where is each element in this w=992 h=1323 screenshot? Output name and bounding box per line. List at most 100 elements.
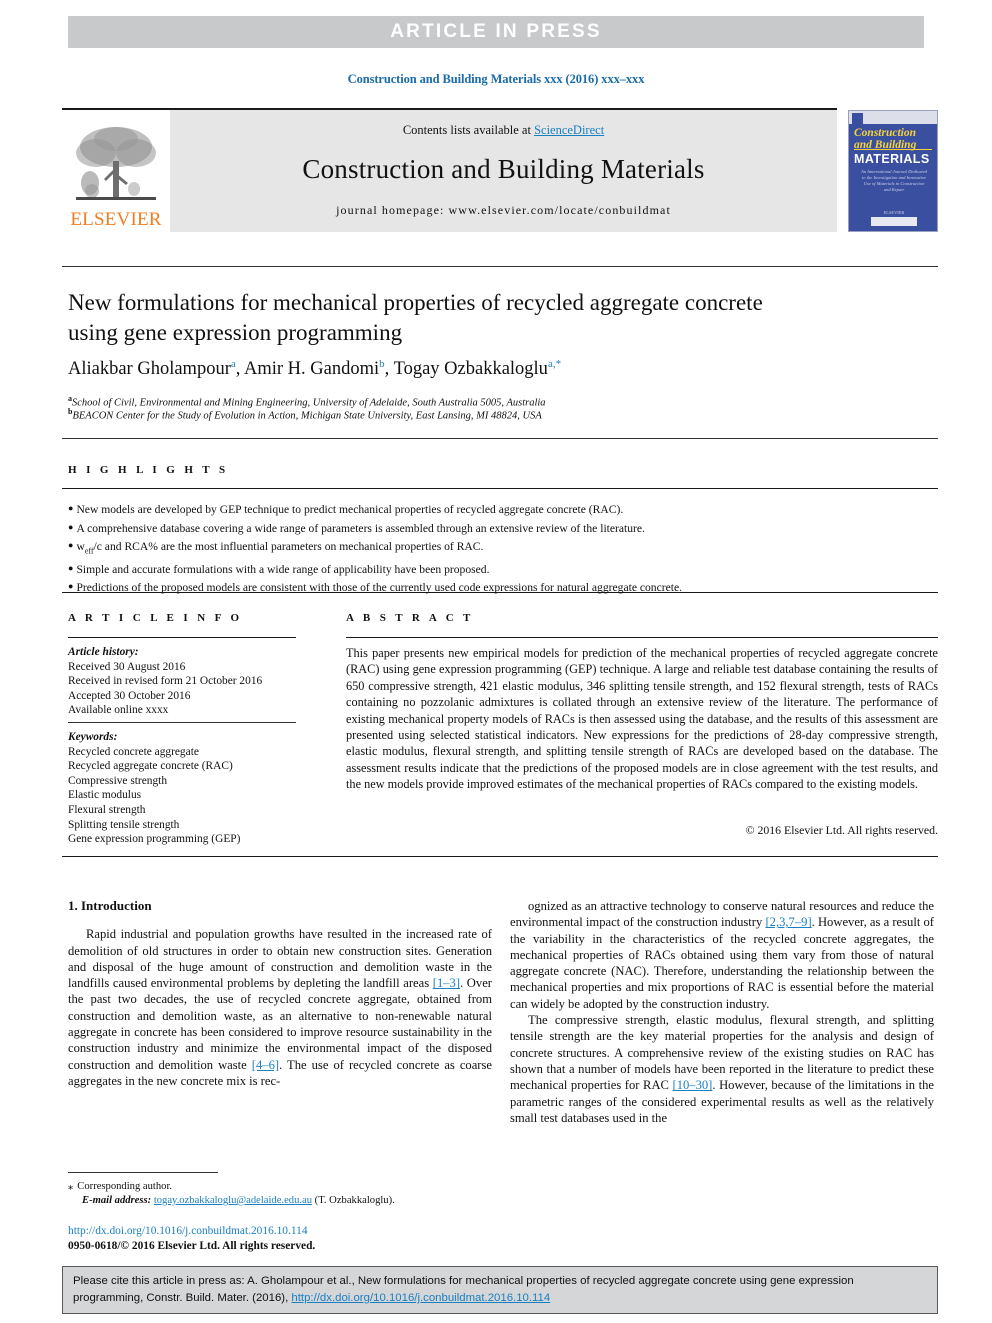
cite-box-doi-link[interactable]: http://dx.doi.org/10.1016/j.conbuildmat.… bbox=[291, 1292, 550, 1304]
cite-this-article-box: Please cite this article in press as: A.… bbox=[62, 1266, 938, 1314]
bullet-icon: ● bbox=[68, 540, 74, 550]
contents-available-line: Contents lists available at ScienceDirec… bbox=[403, 123, 604, 138]
intro-p1-cont-part-b: . However, as a result of the variabilit… bbox=[510, 915, 935, 1011]
highlight-3-subscript: eff bbox=[84, 546, 94, 556]
elsevier-wordmark: ELSEVIER bbox=[70, 209, 162, 230]
abstract-bottom-rule bbox=[62, 856, 938, 857]
article-in-press-banner: ARTICLE IN PRESS bbox=[68, 16, 924, 48]
keyword-item: Flexural strength bbox=[68, 803, 146, 816]
author-3-name: Togay Ozbakkaloglu bbox=[393, 359, 548, 380]
journal-cover-thumbnail: Construction and Building MATERIALS An I… bbox=[848, 110, 938, 232]
highlights-list: ● New models are developed by GEP techniq… bbox=[68, 500, 938, 597]
cover-title-line-1: Construction and Building bbox=[854, 127, 934, 151]
email-owner-text: (T. Ozbakkaloglu). bbox=[314, 1195, 395, 1206]
highlight-item-text: weff/c and RCA% are the most influential… bbox=[76, 540, 484, 556]
abstract-copyright: © 2016 Elsevier Ltd. All rights reserved… bbox=[745, 823, 938, 837]
keyword-item: Recycled concrete aggregate bbox=[68, 745, 199, 758]
abstract-rule bbox=[346, 637, 938, 638]
journal-homepage-line[interactable]: journal homepage: www.elsevier.com/locat… bbox=[336, 203, 671, 218]
sciencedirect-link[interactable]: ScienceDirect bbox=[534, 123, 604, 137]
author-1-name: Aliakbar Gholampour bbox=[68, 359, 231, 380]
affiliation-b: bBEACON Center for the Study of Evolutio… bbox=[68, 405, 868, 423]
section-heading-introduction: 1. Introduction bbox=[68, 898, 152, 913]
body-column-right: ognized as an attractive technology to c… bbox=[510, 898, 934, 1126]
cover-divider bbox=[854, 149, 932, 150]
corresponding-author-line: ⁎ Corresponding author. bbox=[68, 1180, 492, 1194]
article-history-block: Article history: Received 30 August 2016… bbox=[68, 645, 318, 718]
highlight-item-text: A comprehensive database covering a wide… bbox=[76, 521, 645, 535]
author-2-affiliation-marker: b bbox=[379, 358, 385, 370]
abstract-text: This paper presents new empirical models… bbox=[346, 646, 938, 792]
cover-line1-text: Construction bbox=[854, 127, 916, 139]
footnote-block: ⁎ Corresponding author. E-mail address: t… bbox=[68, 1180, 492, 1208]
cover-title-line-3: MATERIALS bbox=[854, 152, 930, 166]
article-info-heading: A R T I C L E I N F O bbox=[68, 612, 243, 624]
highlights-bottom-rule bbox=[62, 592, 938, 593]
bullet-icon: ● bbox=[68, 503, 74, 513]
cover-blurb: An International Journal Dedicated to th… bbox=[861, 169, 927, 192]
keywords-label: Keywords: bbox=[68, 731, 118, 743]
highlight-item: ● Simple and accurate formulations with a… bbox=[68, 560, 938, 579]
history-item: Available online xxxx bbox=[68, 704, 169, 717]
masthead-center-panel: Contents lists available at ScienceDirec… bbox=[170, 110, 837, 232]
bullet-icon: ● bbox=[68, 521, 74, 532]
abstract-heading: A B S T R A C T bbox=[346, 612, 474, 624]
highlight-item-text: Simple and accurate formulations with a … bbox=[76, 562, 490, 576]
history-item: Received 30 August 2016 bbox=[68, 660, 186, 673]
intro-paragraph-1: Rapid industrial and population growths … bbox=[68, 926, 492, 1089]
author-3-affiliation-marker: a,* bbox=[547, 358, 562, 370]
keyword-item: Elastic modulus bbox=[68, 789, 142, 802]
highlights-top-rule bbox=[62, 438, 938, 439]
highlight-3-symbol: w bbox=[76, 540, 85, 553]
intro-paragraph-1-cont: ognized as an attractive technology to c… bbox=[510, 898, 934, 1012]
journal-reference-line: Construction and Building Materials xxx … bbox=[347, 72, 645, 86]
doi-link[interactable]: http://dx.doi.org/10.1016/j.conbuildmat.… bbox=[68, 1224, 492, 1239]
cover-badge-icon bbox=[852, 113, 863, 124]
keyword-item: Gene expression programming (GEP) bbox=[68, 833, 241, 846]
footnote-rule bbox=[68, 1172, 218, 1173]
intro-p1-part-a: Rapid industrial and population growths … bbox=[68, 927, 492, 991]
bullet-icon: ● bbox=[68, 562, 74, 573]
highlight-item-text: New models are developed by GEP techniqu… bbox=[76, 503, 624, 516]
highlight-item: ● New models are developed by GEP techniq… bbox=[68, 500, 938, 519]
highlights-heading: H I G H L I G H T S bbox=[68, 464, 229, 476]
elsevier-logo: ELSEVIER bbox=[62, 110, 170, 232]
author-1-affiliation-marker: a bbox=[230, 358, 236, 370]
cover-footer-bar bbox=[871, 217, 917, 226]
history-item: Received in revised form 21 October 2016 bbox=[68, 675, 263, 688]
citation-link-10-30[interactable]: [10–30] bbox=[673, 1078, 713, 1092]
journal-masthead: ELSEVIER Contents lists available at Sci… bbox=[62, 110, 837, 232]
corresponding-author-text: Corresponding author. bbox=[77, 1181, 173, 1192]
email-label: E-mail address: bbox=[82, 1195, 152, 1206]
highlight-item: ● Predictions of the proposed models are … bbox=[68, 578, 938, 597]
article-info-rule bbox=[68, 637, 296, 638]
highlight-item: ● A comprehensive database covering a wid… bbox=[68, 519, 938, 538]
intro-paragraph-2: The compressive strength, elastic modulu… bbox=[510, 1012, 934, 1126]
author-list: Aliakbar Gholampoura, Amir H. Gandomib, … bbox=[68, 358, 562, 380]
citation-link-4-6[interactable]: [4–6] bbox=[252, 1058, 279, 1072]
author-3: Togay Ozbakkaloglua,* bbox=[393, 358, 562, 380]
highlight-3-rest: /c and RCA% are the most influential par… bbox=[93, 540, 484, 553]
affiliation-b-text: BEACON Center for the Study of Evolution… bbox=[72, 410, 542, 422]
highlights-mid-rule bbox=[62, 488, 938, 489]
keyword-item: Recycled aggregate concrete (RAC) bbox=[68, 760, 233, 773]
journal-title: Construction and Building Materials bbox=[302, 154, 705, 184]
elsevier-tree-icon bbox=[76, 127, 156, 200]
keyword-item: Splitting tensile strength bbox=[68, 818, 180, 831]
keywords-block: Keywords: Recycled concrete aggregate Re… bbox=[68, 730, 318, 847]
cover-footer-text: ELSEVIER bbox=[883, 210, 905, 215]
keyword-item: Compressive strength bbox=[68, 774, 168, 787]
citation-link-1-3[interactable]: [1–3] bbox=[433, 976, 460, 990]
citation-link-2-3-7-9[interactable]: [2,3,7–9] bbox=[765, 915, 811, 929]
contents-available-prefix: Contents lists available at bbox=[402, 123, 535, 137]
body-column-left: 1. Introduction Rapid industrial and pop… bbox=[68, 898, 492, 1089]
page-title: New formulations for mechanical properti… bbox=[68, 290, 763, 345]
keywords-rule bbox=[68, 722, 296, 723]
paper-page: ARTICLE IN PRESS Construction and Buildi… bbox=[0, 0, 992, 1323]
title-top-rule bbox=[62, 266, 938, 267]
asterisk-icon: ⁎ bbox=[68, 1181, 74, 1192]
issn-copyright-line: 0950-0618/© 2016 Elsevier Ltd. All right… bbox=[68, 1240, 316, 1252]
email-link[interactable]: togay.ozbakkaloglu@adelaide.edu.au bbox=[154, 1195, 312, 1206]
history-item: Accepted 30 October 2016 bbox=[68, 689, 191, 702]
author-1: Aliakbar Gholampoura bbox=[68, 358, 236, 380]
